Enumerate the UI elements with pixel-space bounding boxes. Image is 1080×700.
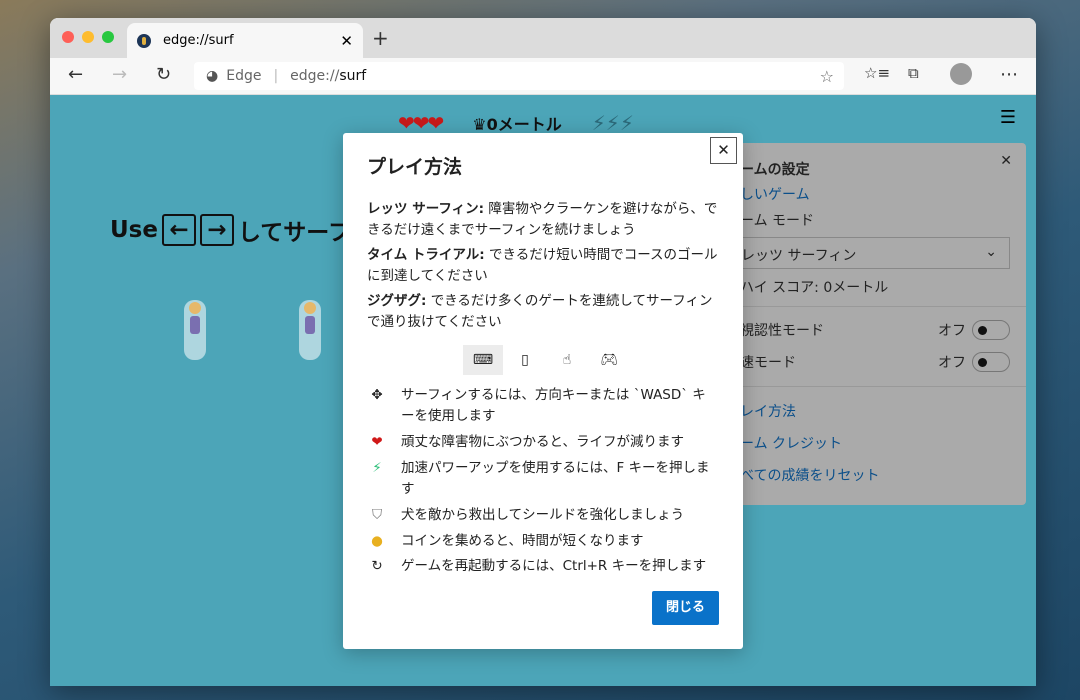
hud: ❤❤❤ ♛0メートル ⚡⚡⚡: [398, 111, 634, 135]
right-arrow-key-icon: →: [199, 214, 234, 246]
list-item: ✥ サーフィンするには、方向キーまたは `WASD` キーを使用します: [367, 385, 719, 427]
tab-title: edge://surf: [163, 33, 234, 48]
distance-display: ♛0メートル: [472, 115, 562, 134]
mode-description: タイム トライアル: できるだけ短い時間でコースのゴールに到達してください: [367, 245, 719, 287]
list-item: ⚡ 加速パワーアップを使用するには、F キーを押します: [367, 458, 719, 500]
reduced-speed-label: 速モード: [740, 355, 796, 371]
lives-hearts-icon: ❤❤❤: [398, 111, 444, 135]
collections-icon[interactable]: ⧉: [908, 64, 919, 82]
left-arrow-key-icon: ←: [161, 214, 196, 246]
list-item: ● コインを集めると、時間が短くなります: [367, 531, 719, 552]
toolbar: ← → ↻ ◕ Edge | edge:// surf ☆ ☆≡ ⧉ ⋯: [50, 58, 1036, 95]
distance-value: 0メートル: [486, 115, 562, 134]
more-menu-icon[interactable]: ⋯: [1000, 64, 1018, 85]
game-mode-select[interactable]: レッツ サーフィン ⌄: [730, 237, 1010, 269]
list-item: ↻ ゲームを再起動するには、Ctrl+R キーを押します: [367, 556, 719, 577]
profile-avatar[interactable]: [950, 63, 972, 85]
how-to-play-link[interactable]: レイ方法: [740, 401, 796, 421]
chevron-down-icon: ⌄: [985, 244, 997, 260]
back-icon[interactable]: ←: [68, 64, 83, 85]
close-button[interactable]: 閉じる: [651, 590, 719, 625]
favorite-star-icon[interactable]: ☆: [820, 67, 834, 86]
reduced-speed-toggle[interactable]: オフ: [938, 352, 1010, 372]
use-text: Use: [110, 217, 158, 243]
new-tab-button[interactable]: +: [372, 26, 389, 50]
mode-name: タイム トライアル:: [367, 247, 485, 263]
url-host: surf: [339, 68, 367, 84]
mode-label: ーム モード: [740, 213, 815, 229]
maximize-window-button[interactable]: [102, 31, 114, 43]
tips-list: ✥ サーフィンするには、方向キーまたは `WASD` キーを使用します ❤ 頑丈な障…: [367, 385, 719, 582]
toggle-state: オフ: [938, 355, 966, 371]
minimize-window-button[interactable]: [82, 31, 94, 43]
reset-stats-link[interactable]: べての成績をリセット: [740, 465, 879, 485]
list-item: ❤ 頑丈な障害物にぶつかると、ライフが減ります: [367, 432, 719, 453]
toggle-state: オフ: [938, 323, 966, 339]
settings-title: ームの設定: [740, 162, 810, 178]
tip-text: 頑丈な障害物にぶつかると、ライフが減ります: [401, 433, 684, 450]
credits-link[interactable]: ーム クレジット: [740, 433, 842, 453]
dialog-title: プレイ方法: [367, 156, 463, 178]
hamburger-menu-icon[interactable]: ☰: [1000, 107, 1016, 128]
high-score: ハイ スコア: 0メートル: [740, 280, 889, 296]
surfer-character[interactable]: [184, 300, 206, 360]
close-dialog-button[interactable]: ✕: [710, 137, 737, 164]
tip-text: コインを集めると、時間が短くなります: [401, 532, 644, 549]
input-type-tabs: ⌨ ▯ ☝ 🎮︎: [463, 345, 629, 375]
refresh-icon[interactable]: ↻: [156, 64, 171, 85]
mode-description: ジグザグ: できるだけ多くのゲートを連続してサーフィンで通り抜けてください: [367, 291, 719, 333]
forward-icon[interactable]: →: [112, 64, 127, 85]
site-label: Edge: [226, 68, 262, 84]
tab-surf[interactable]: edge://surf ✕: [127, 23, 363, 58]
tip-text: ゲームを再起動するには、Ctrl+R キーを押します: [401, 558, 707, 575]
favorites-icon[interactable]: ☆≡: [864, 64, 890, 82]
mouse-icon[interactable]: ▯: [505, 345, 545, 375]
touch-icon[interactable]: ☝: [547, 345, 587, 375]
close-window-button[interactable]: [62, 31, 74, 43]
coin-icon: ●: [371, 532, 383, 549]
how-to-play-dialog: プレイ方法 ✕ レッツ サーフィン: 障害物やクラーケンを避けながら、できるだけ…: [343, 133, 743, 649]
new-game-link[interactable]: しいゲーム: [740, 184, 810, 204]
shield-icon: ⛉: [371, 506, 383, 523]
browser-window: edge://surf ✕ + ← → ↻ ◕ Edge | edge:// s…: [50, 18, 1036, 686]
restart-icon: ↻: [371, 558, 383, 575]
contrast-mode-toggle[interactable]: オフ: [938, 320, 1010, 340]
keyboard-icon[interactable]: ⌨: [463, 345, 503, 375]
settings-panel: ✕ ームの設定 しいゲーム ーム モード レッツ サーフィン ⌄ ハイ スコア: …: [720, 143, 1026, 505]
tip-text: 犬を敵から救出してシールドを強化しましょう: [401, 506, 685, 523]
tab-bar: edge://surf ✕ +: [50, 18, 1036, 58]
mode-description: レッツ サーフィン: 障害物やクラーケンを避けながら、できるだけ遠くまでサーフィ…: [367, 199, 719, 241]
url-prefix: edge://: [290, 68, 340, 84]
close-tab-icon[interactable]: ✕: [340, 32, 353, 50]
mode-name: レッツ サーフィン:: [367, 201, 485, 217]
move-arrows-icon: ✥: [371, 387, 383, 403]
mode-name: ジグザグ:: [367, 293, 427, 309]
list-item: ⛉ 犬を敵から救出してシールドを強化しましょう: [367, 505, 719, 526]
tip-text: サーフィンするには、方向キーまたは `WASD` キーを使用します: [401, 387, 706, 424]
close-settings-icon[interactable]: ✕: [1000, 153, 1012, 169]
tip-text: 加速パワーアップを使用するには、F キーを押します: [401, 459, 710, 497]
contrast-mode-label: 視認性モード: [740, 323, 824, 339]
surf-favicon-icon: [137, 33, 151, 48]
heart-icon: ❤: [371, 433, 383, 450]
gamepad-icon[interactable]: 🎮︎: [589, 345, 629, 375]
game-area[interactable]: ❤❤❤ ♛0メートル ⚡⚡⚡ ☰ Use ← → してサーフィン ✕ ームの設定…: [50, 95, 1036, 686]
edge-logo-icon: ◕: [206, 68, 219, 84]
surfer-character[interactable]: [299, 300, 321, 360]
boost-bolts-icon: ⚡⚡⚡: [591, 111, 634, 135]
mode-value: レッツ サーフィン: [741, 248, 857, 264]
bolt-icon: ⚡: [372, 459, 382, 476]
address-bar[interactable]: ◕ Edge | edge:// surf ☆: [194, 62, 844, 90]
